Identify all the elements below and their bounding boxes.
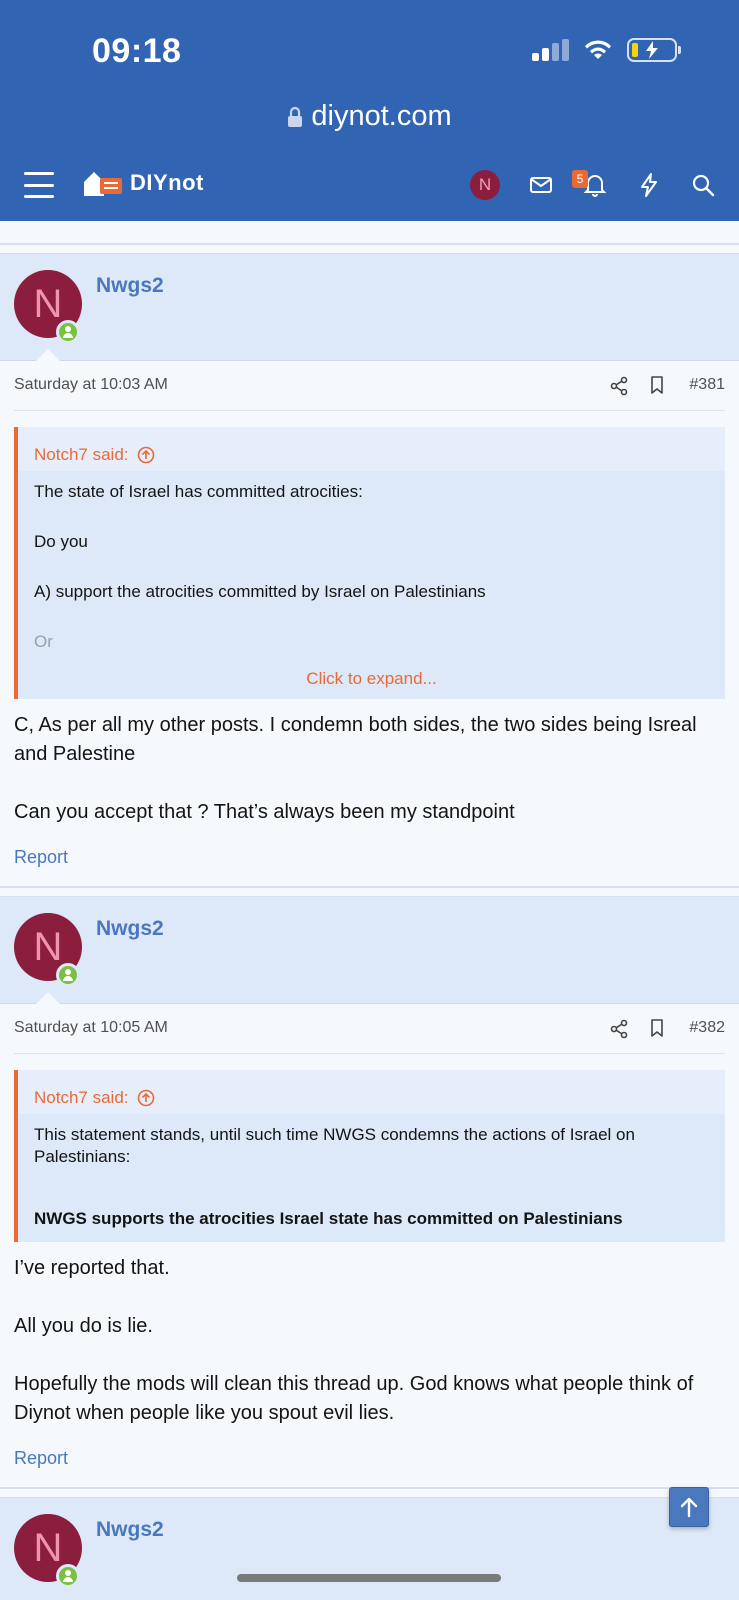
lock-icon — [288, 106, 303, 127]
share-icon[interactable] — [609, 1019, 629, 1039]
report-link[interactable]: Report — [14, 1448, 68, 1469]
quote-body: The state of Israel has committed atroci… — [18, 471, 725, 665]
bookmark-icon[interactable] — [647, 375, 667, 395]
post-header: N Nwgs2 — [0, 1497, 739, 1600]
message-paragraph: C, As per all my other posts. I condemn … — [14, 714, 697, 765]
quote-header[interactable]: Notch7 said: — [18, 427, 725, 471]
status-time: 09:18 — [92, 32, 182, 70]
post-meta: Saturday at 10:03 AM #381 — [14, 361, 725, 411]
username[interactable]: Nwgs2 — [96, 917, 164, 941]
share-icon[interactable] — [609, 376, 629, 396]
battery-icon — [627, 38, 681, 62]
username[interactable]: Nwgs2 — [96, 274, 164, 298]
post-header: N Nwgs2 — [0, 253, 739, 361]
lightning-icon[interactable] — [636, 172, 662, 198]
app-header: 09:18 diynot.com DIYnot N 5 — [0, 0, 739, 221]
wifi-icon — [585, 40, 611, 59]
cellular-signal-icon — [532, 39, 569, 61]
mail-icon[interactable] — [528, 172, 554, 198]
logo-text: DIYnot — [130, 170, 204, 195]
message-paragraph: All you do is lie. — [14, 1315, 153, 1337]
address-bar[interactable]: diynot.com — [0, 100, 739, 133]
post: N Nwgs2 Saturday at 10:03 AM #381 Notch7… — [0, 253, 739, 888]
arrow-up-icon — [680, 1497, 698, 1518]
quote-block: Notch7 said: This statement stands, unti… — [14, 1070, 725, 1242]
post-message: I’ve reported that. All you do is lie. H… — [14, 1254, 725, 1428]
post-date[interactable]: Saturday at 10:03 AM — [14, 376, 168, 394]
bookmark-icon[interactable] — [647, 1018, 667, 1038]
post-number[interactable]: #381 — [689, 376, 725, 394]
quote-line: Do you — [34, 532, 88, 551]
online-status-icon — [56, 320, 80, 344]
quote-body: This statement stands, until such time N… — [18, 1114, 725, 1242]
notification-badge: 5 — [572, 170, 588, 188]
quote-header[interactable]: Notch7 said: — [18, 1070, 725, 1114]
click-to-expand-link[interactable]: Click to expand... — [18, 665, 725, 699]
menu-icon[interactable] — [24, 172, 54, 198]
quote-block: Notch7 said: The state of Israel has com… — [14, 427, 725, 699]
arrow-up-circle-icon[interactable] — [137, 1089, 155, 1107]
quote-line: Or — [34, 632, 53, 651]
post: N Nwgs2 Saturday at 10:05 AM #382 Notch7… — [0, 896, 739, 1489]
report-link[interactable]: Report — [14, 847, 68, 868]
post-date[interactable]: Saturday at 10:05 AM — [14, 1019, 168, 1037]
house-logo-icon — [84, 172, 122, 196]
quote-author: Notch7 said: — [34, 1088, 129, 1107]
message-paragraph: Hopefully the mods will clean this threa… — [14, 1373, 694, 1424]
username[interactable]: Nwgs2 — [96, 1518, 164, 1542]
account-avatar[interactable]: N — [470, 170, 500, 200]
site-logo[interactable]: DIYnot — [82, 168, 204, 198]
message-paragraph: Can you accept that ? That’s always been… — [14, 801, 515, 823]
arrow-up-circle-icon[interactable] — [137, 446, 155, 464]
thread-content: N Nwgs2 Saturday at 10:03 AM #381 Notch7… — [0, 221, 739, 1600]
post-number[interactable]: #382 — [689, 1019, 725, 1037]
post-message: C, As per all my other posts. I condemn … — [14, 711, 725, 827]
online-status-icon — [56, 963, 80, 987]
quote-line: The state of Israel has committed atroci… — [34, 482, 363, 501]
message-paragraph: I’ve reported that. — [14, 1257, 170, 1279]
quote-line: This statement stands, until such time N… — [34, 1125, 635, 1166]
quote-author: Notch7 said: — [34, 445, 129, 464]
url-text: diynot.com — [311, 100, 452, 132]
home-indicator[interactable] — [237, 1574, 501, 1582]
online-status-icon — [56, 1564, 80, 1588]
status-icons — [532, 38, 681, 62]
post-header: N Nwgs2 — [0, 896, 739, 1004]
post-meta: Saturday at 10:05 AM #382 — [14, 1004, 725, 1054]
search-icon[interactable] — [690, 172, 716, 198]
scroll-to-top-button[interactable] — [669, 1487, 709, 1527]
quote-line: A) support the atrocities committed by I… — [34, 582, 486, 601]
quote-line: NWGS supports the atrocities Israel stat… — [34, 1209, 623, 1228]
post: N Nwgs2 — [0, 1497, 739, 1600]
site-nav: DIYnot N 5 — [0, 160, 739, 216]
